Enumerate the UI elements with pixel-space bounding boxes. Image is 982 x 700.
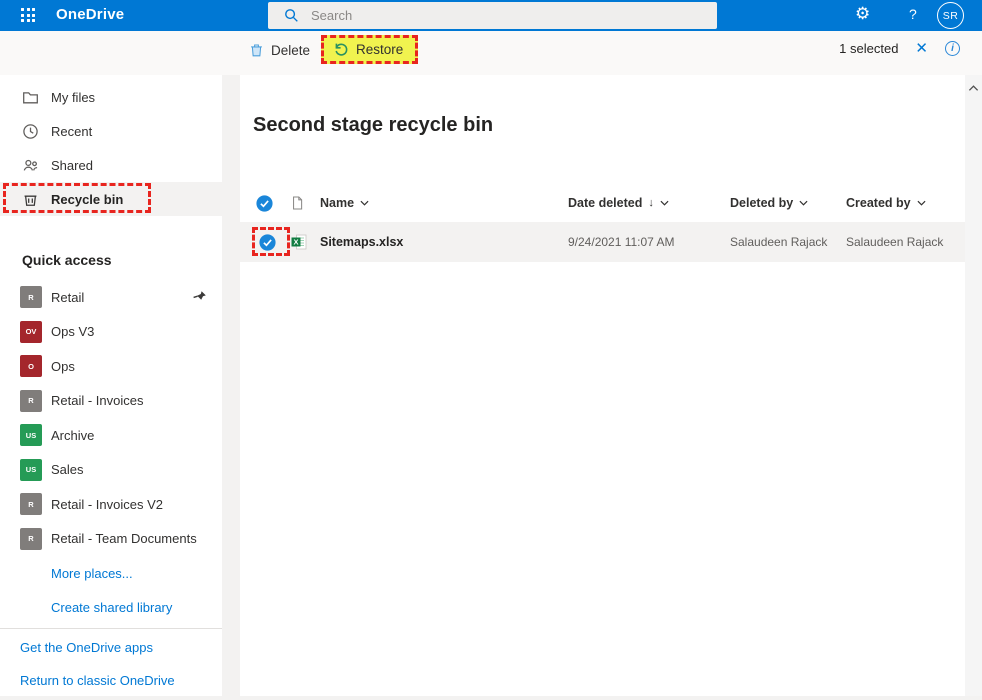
app-title: OneDrive: [56, 6, 125, 23]
quick-access-item-sales[interactable]: US Sales: [0, 453, 222, 488]
site-tile: US: [20, 458, 42, 481]
file-name[interactable]: Sitemaps.xlsx: [320, 235, 568, 249]
restore-button[interactable]: Restore: [321, 35, 419, 64]
chevron-down-icon: [660, 200, 669, 206]
column-header-deleted-by[interactable]: Deleted by: [730, 196, 846, 210]
recycle-bin-icon: [24, 194, 37, 206]
return-classic-onedrive-link[interactable]: Return to classic OneDrive: [0, 664, 222, 697]
file-type-column-icon[interactable]: [290, 195, 305, 211]
file-deleted-by: Salaudeen Rajack: [730, 235, 828, 249]
chevron-down-icon: [799, 200, 808, 206]
quick-access-item-retail-invoices[interactable]: R Retail - Invoices: [0, 384, 222, 419]
sidebar: My files Recent Shared Recycle bin Quick…: [0, 75, 222, 700]
delete-button[interactable]: Delete: [249, 42, 310, 58]
sidebar-item-my-files[interactable]: My files: [0, 80, 222, 114]
quick-access-label: Archive: [51, 427, 95, 443]
sidebar-item-shared[interactable]: Shared: [0, 148, 222, 182]
vertical-scrollbar[interactable]: [965, 75, 982, 696]
site-tile: R: [20, 389, 42, 412]
quick-access-item-archive[interactable]: US Archive: [0, 418, 222, 453]
search-icon: [285, 9, 298, 22]
sidebar-item-label: My files: [51, 89, 96, 105]
more-places-link[interactable]: More places...: [0, 556, 222, 591]
sidebar-item-recycle-bin[interactable]: Recycle bin: [0, 182, 222, 216]
quick-access-item-retail-invoices-v2[interactable]: R Retail - Invoices V2: [0, 487, 222, 522]
selection-status-group: 1 selected ✕ i: [839, 41, 960, 56]
quick-access-label: Retail: [51, 289, 85, 305]
folder-icon: [23, 91, 38, 103]
quick-access-item-ops[interactable]: O Ops: [0, 349, 222, 384]
bottom-edge-strip: [0, 696, 982, 700]
file-date-deleted: 9/24/2021 11:07 AM: [568, 235, 675, 249]
quick-access-label: Ops V3: [51, 324, 95, 340]
column-header-created-by[interactable]: Created by: [846, 196, 956, 210]
sidebar-item-label: Shared: [51, 157, 93, 173]
search-input[interactable]: [311, 8, 691, 23]
site-tile: US: [20, 424, 42, 447]
scroll-up-arrow-icon[interactable]: [968, 84, 979, 92]
chevron-down-icon: [917, 200, 926, 206]
excel-file-icon: X: [291, 234, 307, 250]
help-icon[interactable]: ?: [909, 6, 917, 22]
account-avatar[interactable]: SR: [937, 2, 964, 29]
search-box[interactable]: [268, 2, 717, 29]
clear-selection-close-icon[interactable]: ✕: [915, 41, 928, 56]
get-onedrive-apps-link[interactable]: Get the OneDrive apps: [0, 631, 222, 664]
quick-access-label: Sales: [51, 462, 84, 478]
quick-access-label: Retail - Invoices: [51, 393, 144, 409]
settings-gear-icon[interactable]: ⚙: [855, 4, 870, 24]
page-title: Second stage recycle bin: [253, 114, 494, 136]
quick-access-header: Quick access: [22, 252, 112, 268]
top-app-bar: OneDrive ⚙ ? SR: [0, 0, 982, 31]
restore-icon: [335, 43, 348, 56]
quick-access-item-retail-team-documents[interactable]: R Retail - Team Documents: [0, 522, 222, 557]
file-list-header: Name Date deleted ↓ Deleted by Created b…: [240, 188, 965, 218]
site-tile: R: [20, 493, 42, 516]
quick-access-label: Retail - Invoices V2: [51, 496, 163, 512]
column-header-date-deleted[interactable]: Date deleted ↓: [568, 196, 730, 210]
quick-access-item-retail[interactable]: R Retail: [0, 280, 222, 315]
app-launcher-waffle-icon[interactable]: [21, 8, 37, 24]
row-checkbox[interactable]: [259, 233, 276, 251]
sidebar-item-recent[interactable]: Recent: [0, 114, 222, 148]
selection-count: 1 selected: [839, 41, 899, 56]
quick-access-item-ops-v3[interactable]: OV Ops V3: [0, 315, 222, 350]
sidebar-divider: [0, 628, 222, 629]
site-tile: O: [20, 355, 42, 378]
svg-text:X: X: [293, 238, 298, 247]
main-content: Second stage recycle bin Name Date delet…: [240, 75, 965, 696]
delete-button-label: Delete: [271, 42, 311, 58]
info-icon[interactable]: i: [945, 41, 960, 56]
sidebar-item-label: Recycle bin: [51, 191, 124, 207]
pin-icon[interactable]: [192, 289, 208, 305]
chevron-down-icon: [360, 200, 369, 206]
restore-button-label: Restore: [356, 41, 404, 57]
file-created-by: Salaudeen Rajack: [846, 235, 944, 249]
file-row-sitemaps[interactable]: X Sitemaps.xlsx 9/24/2021 11:07 AM Salau…: [240, 222, 965, 262]
command-toolbar: Delete Restore 1 selected ✕ i: [0, 31, 982, 75]
clock-icon: [23, 123, 38, 139]
site-tile: OV: [20, 320, 42, 343]
trash-icon: [251, 44, 262, 57]
sidebar-content-gutter: [222, 75, 240, 700]
quick-access-label: Retail - Team Documents: [51, 531, 197, 547]
quick-access-label: Ops: [51, 358, 75, 374]
people-icon: [23, 159, 38, 171]
site-tile: R: [20, 527, 42, 550]
select-all-checkbox[interactable]: [256, 194, 273, 212]
sidebar-item-label: Recent: [51, 123, 93, 139]
create-shared-library-link[interactable]: Create shared library: [0, 591, 222, 626]
column-header-name[interactable]: Name: [320, 196, 568, 210]
site-tile: R: [20, 286, 42, 309]
sort-descending-arrow-icon: ↓: [648, 197, 654, 209]
